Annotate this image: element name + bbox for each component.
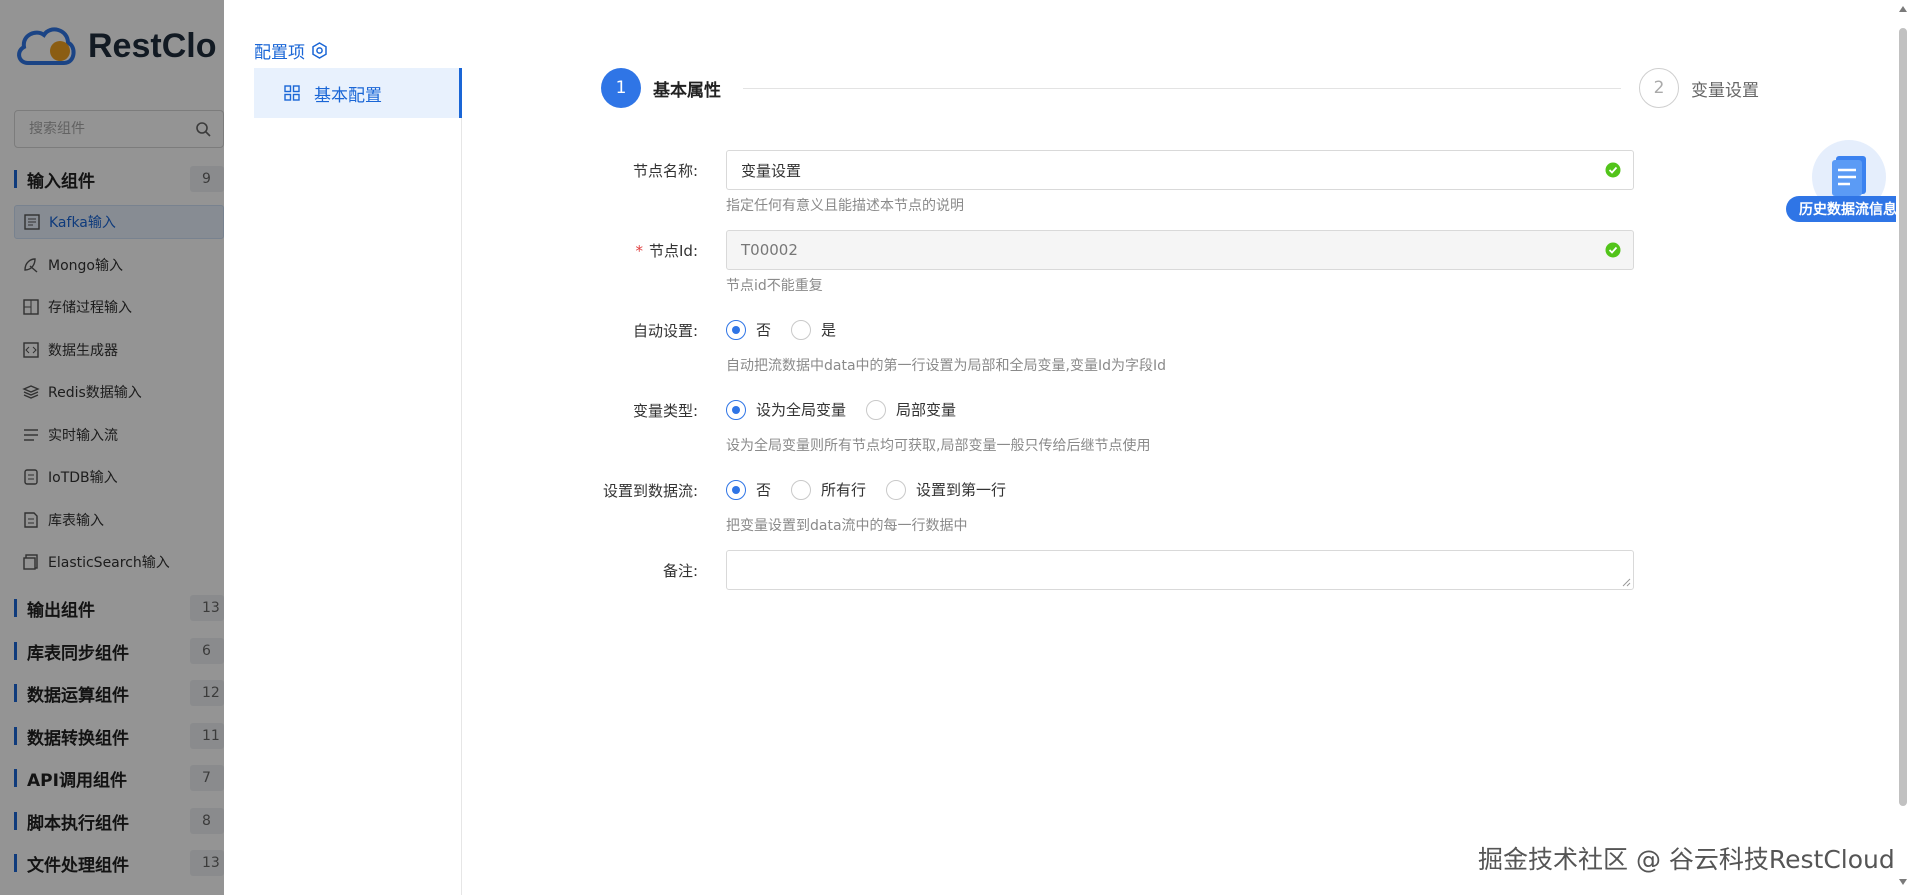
step-number: 2 [1639,68,1679,108]
node-name-hint: 指定任何有意义且能描述本节点的说明 [726,198,964,214]
to-stream-first-row-radio[interactable]: 设置到第一行 [886,479,1006,500]
history-dataflow-button[interactable]: 历史数据流信息 [1786,140,1910,222]
var-type-radio-group: 设为全局变量 局部变量 [726,399,976,420]
node-name-input[interactable]: 变量设置 [726,150,1634,190]
radio-dot[interactable] [726,319,746,340]
auto-setting-hint: 自动把流数据中data中的第一行设置为局部和全局变量,变量Id为字段Id [726,358,1167,374]
node-id-value: T00002 [741,241,798,259]
config-title: 配置项 [254,38,328,63]
scroll-down-arrow[interactable] [1899,879,1907,885]
step-label: 变量设置 [1691,80,1759,101]
scroll-up-arrow[interactable] [1899,6,1907,12]
auto-setting-label: 自动设置: [632,322,698,340]
watermark: 掘金技术社区 @ 谷云科技RestCloud [1478,845,1895,874]
radio-label: 否 [756,481,772,499]
settings-icon [312,42,327,59]
auto-setting-yes-radio[interactable]: 是 [791,319,836,340]
radio-label: 设为全局变量 [756,401,847,419]
radio-label: 否 [756,321,772,339]
menu-basic-config[interactable]: 基本配置 [254,68,462,118]
check-circle-icon [1605,242,1621,258]
step-var-settings[interactable]: 2 变量设置 [1639,68,1759,108]
radio-dot[interactable] [791,319,812,340]
step-basic-props[interactable]: 1 基本属性 [601,68,721,108]
history-label: 历史数据流信息 [1786,196,1910,222]
radio-dot[interactable] [866,399,887,420]
grid-icon [284,85,300,101]
radio-label: 所有行 [821,481,867,499]
document-icon [1832,156,1866,196]
radio-dot[interactable] [886,479,907,500]
radio-dot[interactable] [726,399,746,420]
var-type-global-radio[interactable]: 设为全局变量 [726,399,846,420]
step-connector [743,88,1621,89]
to-stream-no-radio[interactable]: 否 [726,479,771,500]
scroll-thumb[interactable] [1899,28,1907,806]
step-label: 基本属性 [653,80,721,101]
var-type-local-radio[interactable]: 局部变量 [866,399,956,420]
remark-textarea[interactable] [726,550,1634,590]
required-mark: * [635,242,644,260]
auto-setting-no-radio[interactable]: 否 [726,319,771,340]
step-number: 1 [601,68,641,108]
radio-label: 局部变量 [896,401,957,419]
radio-dot[interactable] [791,479,812,500]
to-stream-hint: 把变量设置到data流中的每一行数据中 [726,518,968,534]
node-id-input[interactable]: T00002 [726,230,1634,270]
node-name-label: 节点名称: [632,162,698,180]
radio-dot[interactable] [726,479,746,500]
radio-label: 是 [821,321,837,339]
node-id-label-text: 节点Id: [649,242,698,260]
remark-label: 备注: [662,562,698,580]
node-id-label: * 节点Id: [200,240,699,261]
to-stream-radio-group: 否 所有行 设置到第一行 [726,479,1026,500]
config-drawer: 配置项 基本配置 1 基本属性 2 变量设置 节点名称: 变量设置 指定任何有意… [224,0,1910,895]
auto-setting-radio-group: 否 是 [726,319,856,340]
radio-label: 设置到第一行 [916,481,1007,499]
menu-divider [461,118,462,895]
modal-overlay[interactable] [0,0,224,895]
node-id-hint: 节点id不能重复 [726,278,823,294]
vertical-scrollbar[interactable] [1896,0,1910,895]
to-stream-label: 设置到数据流: [602,482,698,500]
node-name-value: 变量设置 [741,161,802,180]
check-circle-icon [1605,162,1621,178]
var-type-hint: 设为全局变量则所有节点均可获取,局部变量一般只传给后继节点使用 [726,438,1151,454]
resize-handle-icon[interactable] [1621,577,1631,587]
to-stream-all-rows-radio[interactable]: 所有行 [791,479,866,500]
var-type-label: 变量类型: [632,402,698,420]
config-title-text: 配置项 [254,43,305,63]
menu-basic-config-label: 基本配置 [314,85,382,106]
